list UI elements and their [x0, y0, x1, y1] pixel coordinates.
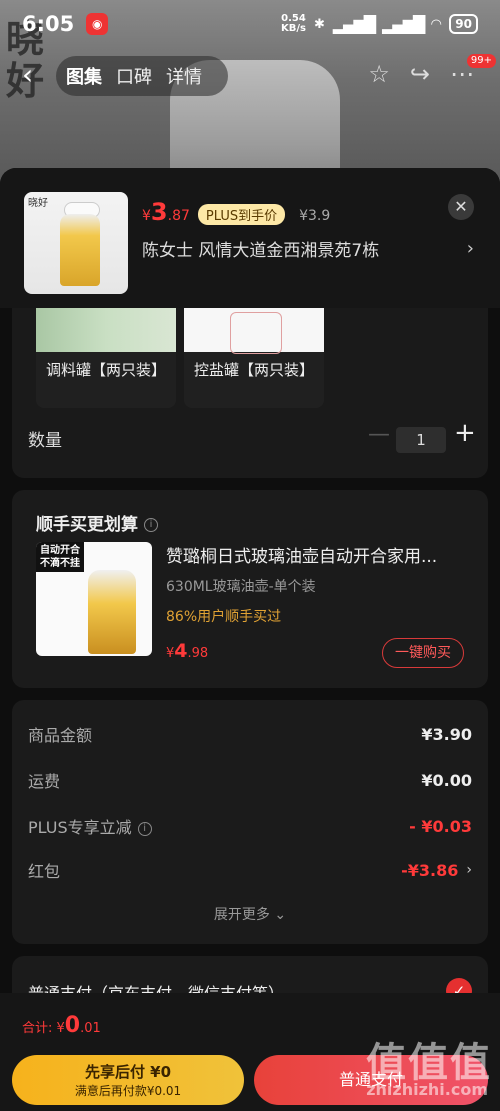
product-thumbnail[interactable]: 晓好 — [24, 192, 128, 294]
info-icon[interactable]: i — [144, 518, 158, 532]
tab-bar: 图集 口碑 详情 — [56, 56, 228, 96]
bundle-image-tag: 自动开合 不滴不挂 — [36, 542, 84, 572]
variant-label: 控盐罐【两只装】 — [194, 361, 315, 379]
summary-value: -¥3.86 — [401, 860, 459, 880]
bundle-product-name[interactable]: 赞璐桐日式玻璃油壶自动开合家用... — [166, 542, 466, 567]
clock: 6:05 — [22, 12, 75, 36]
signal-icon: ▂▄▆█ — [332, 14, 376, 34]
variant-image — [184, 308, 324, 354]
variant-image — [36, 308, 176, 352]
quantity-label: 数量 — [28, 431, 62, 451]
back-button[interactable]: ‹ — [22, 58, 56, 94]
bundle-social-proof: 86%用户顺手买过 — [166, 609, 282, 625]
quantity-input[interactable]: 1 — [396, 427, 446, 453]
pay-later-button[interactable]: 先享后付 ¥0 满意后再付款¥0.01 — [12, 1055, 244, 1105]
network-speed: 0.54 KB/s — [280, 13, 306, 34]
more-badge: 99+ — [466, 54, 496, 68]
thumb-logo: 晓好 — [28, 198, 48, 209]
bluetooth-icon: ✱ — [313, 16, 325, 32]
plus-price: ¥3.87 — [142, 198, 190, 226]
app-notification-icon: ◉ — [86, 13, 109, 35]
summary-label: PLUS专享立减 i — [28, 814, 152, 838]
chevron-right-icon[interactable]: › — [467, 238, 474, 259]
status-bar: 6:05 ◉ 0.54 KB/s ✱ ▂▄▆█ ▂▄▆█ ◠ 90 — [0, 0, 500, 48]
summary-value: ¥0.00 — [421, 770, 472, 790]
original-price: ¥3.9 — [299, 208, 331, 224]
summary-row-shipping: 运费 ¥0.00 — [28, 768, 472, 792]
signal-2-icon: ▂▄▆█ — [382, 14, 425, 34]
summary-row-red-packet[interactable]: 红包 -¥3.86 › — [28, 858, 472, 882]
chevron-right-icon[interactable]: › — [466, 862, 472, 878]
watermark-url: zhizhizhi.com — [366, 1080, 488, 1099]
pay-later-label: 先享后付 ¥0 — [84, 1063, 172, 1081]
summary-row-plus-discount: PLUS专享立减 i - ¥0.03 — [28, 814, 472, 838]
quantity-plus-button[interactable]: + — [454, 418, 476, 448]
top-nav: ‹ 图集 口碑 详情 ☆ ↪ ⋯ 99+ — [0, 54, 500, 96]
quantity-minus-button[interactable]: — — [368, 422, 390, 447]
price-row: ¥3.87 PLUS到手价 ¥3.9 — [142, 198, 330, 226]
info-icon[interactable]: i — [137, 821, 152, 836]
purchase-sheet: 晓好 ¥3.87 PLUS到手价 ¥3.9 陈女士 风情大道金西湘景苑7栋 › … — [0, 168, 500, 1111]
pay-later-sublabel: 满意后再付款¥0.01 — [74, 1084, 182, 1098]
share-icon[interactable]: ↪ — [410, 60, 430, 88]
nav-actions: ☆ ↪ ⋯ — [368, 60, 474, 88]
bundle-card: 顺手买更划算 i 自动开合 不滴不挂 赞璐桐日式玻璃油壶自动开合家用... 630… — [12, 490, 488, 688]
order-summary: 商品金额 ¥3.90 运费 ¥0.00 PLUS专享立减 i - ¥0.03 红包… — [12, 700, 488, 944]
summary-value: - ¥0.03 — [409, 816, 472, 836]
bundle-product-spec: 630ML玻璃油壶-单个装 — [166, 579, 316, 595]
star-icon[interactable]: ☆ — [368, 60, 390, 88]
order-total: 合计: ¥0.01 — [22, 1013, 101, 1038]
tab-gallery[interactable]: 图集 — [66, 63, 102, 89]
battery-icon: 90 — [449, 14, 478, 34]
summary-label: 运费 — [28, 772, 61, 791]
variant-label: 调料罐【两只装】 — [46, 361, 167, 379]
delivery-address[interactable]: 陈女士 风情大道金西湘景苑7栋 — [142, 236, 379, 261]
summary-row-goods: 商品金额 ¥3.90 — [28, 722, 472, 746]
wifi-icon: ◠ — [431, 16, 442, 32]
bottle-image — [88, 570, 136, 654]
expand-more-button[interactable]: 展开更多 ⌄ — [12, 904, 488, 924]
variant-card: 调料罐【两只装】 控盐罐【两只装】 数量 — 1 + — [12, 308, 488, 478]
bottle-image — [60, 214, 100, 286]
one-click-buy-button[interactable]: 一键购买 — [382, 638, 464, 668]
tab-details[interactable]: 详情 — [166, 63, 202, 89]
product-header: 晓好 ¥3.87 PLUS到手价 ¥3.9 陈女士 风情大道金西湘景苑7栋 › … — [0, 168, 500, 308]
summary-value: ¥3.90 — [421, 724, 472, 744]
variant-option[interactable]: 调料罐【两只装】 — [36, 308, 176, 408]
summary-label: 红包 — [28, 862, 61, 881]
status-icons: 0.54 KB/s ✱ ▂▄▆█ ▂▄▆█ ◠ 90 — [281, 14, 478, 34]
close-button[interactable]: ✕ — [448, 194, 474, 220]
bundle-title: 顺手买更划算 i — [36, 510, 158, 535]
bundle-price: ¥4.98 — [166, 640, 209, 662]
bundle-product-image[interactable]: 自动开合 不滴不挂 — [36, 542, 152, 656]
summary-label: 商品金额 — [28, 726, 93, 745]
plus-price-badge: PLUS到手价 — [197, 204, 286, 225]
variant-option[interactable]: 控盐罐【两只装】 — [184, 308, 324, 408]
tab-reviews[interactable]: 口碑 — [116, 63, 152, 89]
